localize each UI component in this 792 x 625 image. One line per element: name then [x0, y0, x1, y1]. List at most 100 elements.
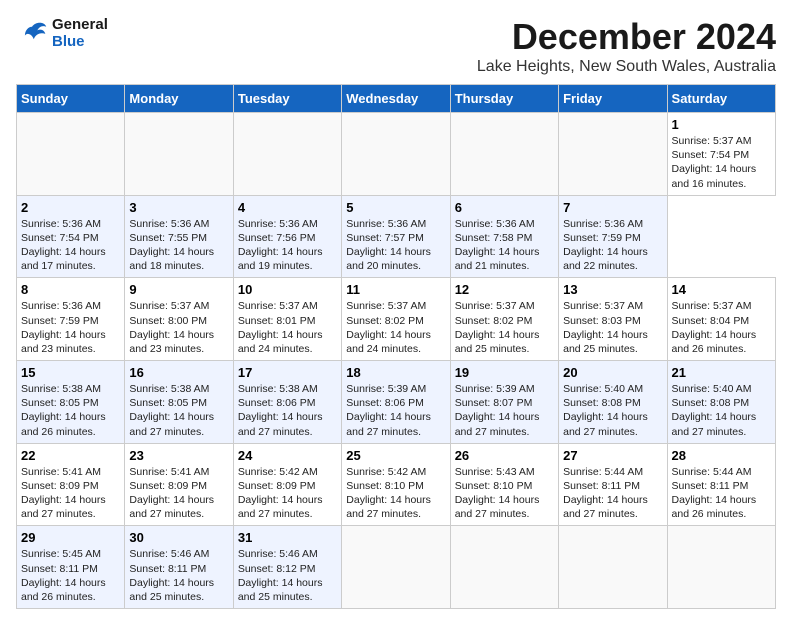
day-info: Sunrise: 5:38 AMSunset: 8:05 PMDaylight:… [21, 382, 120, 439]
calendar-day-cell: 26 Sunrise: 5:43 AMSunset: 8:10 PMDayligh… [450, 443, 558, 526]
day-header-tuesday: Tuesday [233, 85, 341, 113]
day-header-thursday: Thursday [450, 85, 558, 113]
day-info: Sunrise: 5:37 AMSunset: 8:04 PMDaylight:… [672, 299, 771, 356]
day-number: 31 [238, 530, 337, 545]
calendar-day-cell: 3 Sunrise: 5:36 AMSunset: 7:55 PMDaylight… [125, 195, 233, 278]
day-info: Sunrise: 5:46 AMSunset: 8:12 PMDaylight:… [238, 547, 337, 604]
day-info: Sunrise: 5:38 AMSunset: 8:05 PMDaylight:… [129, 382, 228, 439]
day-number: 12 [455, 282, 554, 297]
day-number: 2 [21, 200, 120, 215]
day-info: Sunrise: 5:45 AMSunset: 8:11 PMDaylight:… [21, 547, 120, 604]
day-header-wednesday: Wednesday [342, 85, 450, 113]
day-info: Sunrise: 5:37 AMSunset: 8:03 PMDaylight:… [563, 299, 662, 356]
day-number: 3 [129, 200, 228, 215]
day-number: 20 [563, 365, 662, 380]
day-info: Sunrise: 5:36 AMSunset: 7:54 PMDaylight:… [21, 217, 120, 274]
calendar-week-row: 15Sunrise: 5:38 AMSunset: 8:05 PMDayligh… [17, 361, 776, 444]
day-number: 25 [346, 448, 445, 463]
calendar-day-cell: 31 Sunrise: 5:46 AMSunset: 8:12 PMDayligh… [233, 526, 341, 609]
calendar-day-cell: 24Sunrise: 5:42 AMSunset: 8:09 PMDayligh… [233, 443, 341, 526]
location-subtitle: Lake Heights, New South Wales, Australia [477, 58, 776, 76]
calendar-week-row: 29 Sunrise: 5:45 AMSunset: 8:11 PMDayligh… [17, 526, 776, 609]
day-info: Sunrise: 5:38 AMSunset: 8:06 PMDaylight:… [238, 382, 337, 439]
day-number: 30 [129, 530, 228, 545]
calendar-day-cell: 12 Sunrise: 5:37 AMSunset: 8:02 PMDayligh… [450, 278, 558, 361]
calendar-week-row: 22Sunrise: 5:41 AMSunset: 8:09 PMDayligh… [17, 443, 776, 526]
calendar-day-cell: 29 Sunrise: 5:45 AMSunset: 8:11 PMDayligh… [17, 526, 125, 609]
day-info: Sunrise: 5:42 AMSunset: 8:10 PMDaylight:… [346, 465, 445, 522]
day-header-saturday: Saturday [667, 85, 775, 113]
day-number: 13 [563, 282, 662, 297]
calendar-week-row: 2 Sunrise: 5:36 AMSunset: 7:54 PMDaylight… [17, 195, 776, 278]
empty-cell [125, 113, 233, 196]
empty-cell [559, 526, 667, 609]
calendar-day-cell: 21Sunrise: 5:40 AMSunset: 8:08 PMDayligh… [667, 361, 775, 444]
day-info: Sunrise: 5:40 AMSunset: 8:08 PMDaylight:… [672, 382, 771, 439]
empty-cell [450, 526, 558, 609]
calendar-day-cell: 1 Sunrise: 5:37 AMSunset: 7:54 PMDaylight… [667, 113, 775, 196]
day-number: 11 [346, 282, 445, 297]
day-number: 14 [672, 282, 771, 297]
day-info: Sunrise: 5:37 AMSunset: 8:00 PMDaylight:… [129, 299, 228, 356]
day-number: 23 [129, 448, 228, 463]
day-number: 28 [672, 448, 771, 463]
title-area: December 2024 Lake Heights, New South Wa… [477, 16, 776, 76]
day-info: Sunrise: 5:36 AMSunset: 7:58 PMDaylight:… [455, 217, 554, 274]
empty-cell [450, 113, 558, 196]
day-info: Sunrise: 5:37 AMSunset: 7:54 PMDaylight:… [672, 134, 771, 191]
day-info: Sunrise: 5:39 AMSunset: 8:07 PMDaylight:… [455, 382, 554, 439]
empty-cell [342, 526, 450, 609]
calendar-day-cell: 18 Sunrise: 5:39 AMSunset: 8:06 PMDayligh… [342, 361, 450, 444]
calendar-day-cell: 19Sunrise: 5:39 AMSunset: 8:07 PMDayligh… [450, 361, 558, 444]
calendar-day-cell: 9 Sunrise: 5:37 AMSunset: 8:00 PMDaylight… [125, 278, 233, 361]
day-info: Sunrise: 5:37 AMSunset: 8:02 PMDaylight:… [455, 299, 554, 356]
day-number: 10 [238, 282, 337, 297]
day-number: 6 [455, 200, 554, 215]
day-header-friday: Friday [559, 85, 667, 113]
empty-cell [342, 113, 450, 196]
day-number: 1 [672, 117, 771, 132]
day-info: Sunrise: 5:37 AMSunset: 8:02 PMDaylight:… [346, 299, 445, 356]
logo: General Blue [16, 16, 108, 50]
calendar-day-cell: 6 Sunrise: 5:36 AMSunset: 7:58 PMDaylight… [450, 195, 558, 278]
day-number: 17 [238, 365, 337, 380]
day-info: Sunrise: 5:43 AMSunset: 8:10 PMDaylight:… [455, 465, 554, 522]
header: General Blue December 2024 Lake Heights,… [16, 16, 776, 76]
day-number: 4 [238, 200, 337, 215]
day-info: Sunrise: 5:42 AMSunset: 8:09 PMDaylight:… [238, 465, 337, 522]
calendar-day-cell: 14 Sunrise: 5:37 AMSunset: 8:04 PMDayligh… [667, 278, 775, 361]
calendar-day-cell: 20Sunrise: 5:40 AMSunset: 8:08 PMDayligh… [559, 361, 667, 444]
day-info: Sunrise: 5:46 AMSunset: 8:11 PMDaylight:… [129, 547, 228, 604]
day-number: 29 [21, 530, 120, 545]
day-info: Sunrise: 5:36 AMSunset: 7:55 PMDaylight:… [129, 217, 228, 274]
calendar-day-cell: 5 Sunrise: 5:36 AMSunset: 7:57 PMDaylight… [342, 195, 450, 278]
calendar-day-cell: 15Sunrise: 5:38 AMSunset: 8:05 PMDayligh… [17, 361, 125, 444]
day-number: 9 [129, 282, 228, 297]
day-number: 8 [21, 282, 120, 297]
empty-cell [667, 526, 775, 609]
day-header-sunday: Sunday [17, 85, 125, 113]
day-info: Sunrise: 5:44 AMSunset: 8:11 PMDaylight:… [672, 465, 771, 522]
day-info: Sunrise: 5:39 AMSunset: 8:06 PMDaylight:… [346, 382, 445, 439]
day-header-monday: Monday [125, 85, 233, 113]
day-number: 5 [346, 200, 445, 215]
calendar-day-cell: 17 Sunrise: 5:38 AMSunset: 8:06 PMDayligh… [233, 361, 341, 444]
calendar-day-cell: 28 Sunrise: 5:44 AMSunset: 8:11 PMDayligh… [667, 443, 775, 526]
day-number: 16 [129, 365, 228, 380]
day-info: Sunrise: 5:36 AMSunset: 7:56 PMDaylight:… [238, 217, 337, 274]
month-title: December 2024 [477, 16, 776, 58]
calendar-day-cell: 10Sunrise: 5:37 AMSunset: 8:01 PMDayligh… [233, 278, 341, 361]
day-number: 27 [563, 448, 662, 463]
day-number: 18 [346, 365, 445, 380]
calendar-week-row: 1 Sunrise: 5:37 AMSunset: 7:54 PMDaylight… [17, 113, 776, 196]
calendar-day-cell: 2 Sunrise: 5:36 AMSunset: 7:54 PMDaylight… [17, 195, 125, 278]
day-number: 7 [563, 200, 662, 215]
empty-cell [559, 113, 667, 196]
logo-text: General Blue [52, 16, 108, 50]
day-info: Sunrise: 5:44 AMSunset: 8:11 PMDaylight:… [563, 465, 662, 522]
day-info: Sunrise: 5:36 AMSunset: 7:59 PMDaylight:… [21, 299, 120, 356]
day-number: 26 [455, 448, 554, 463]
day-info: Sunrise: 5:41 AMSunset: 8:09 PMDaylight:… [129, 465, 228, 522]
day-info: Sunrise: 5:36 AMSunset: 7:57 PMDaylight:… [346, 217, 445, 274]
calendar-day-cell: 27 Sunrise: 5:44 AMSunset: 8:11 PMDayligh… [559, 443, 667, 526]
